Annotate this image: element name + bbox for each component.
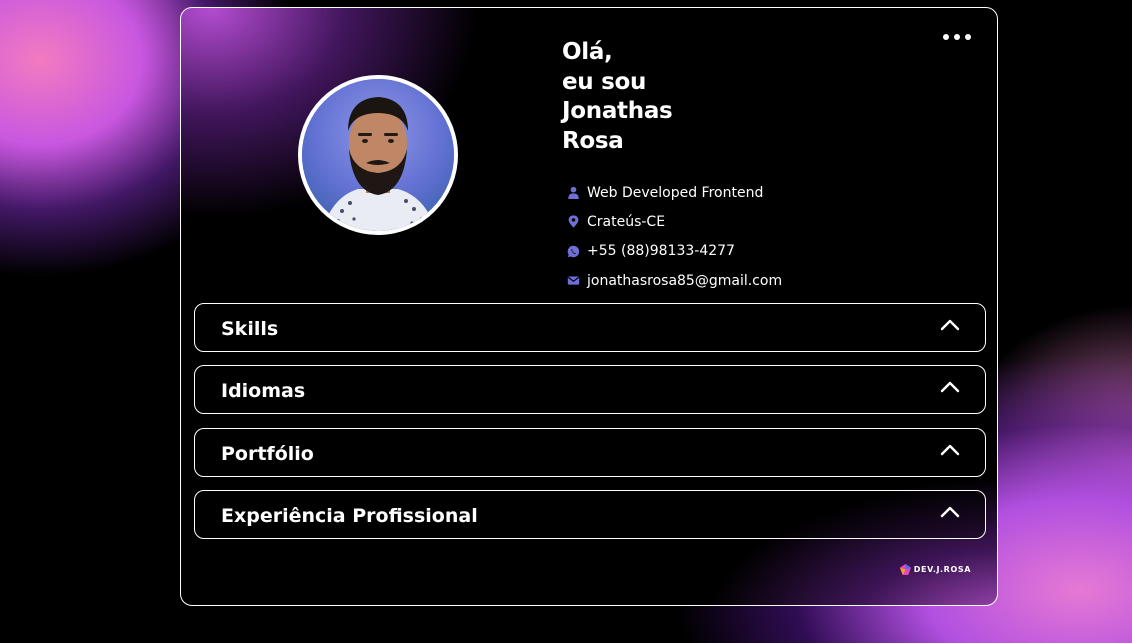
- greeting-line: eu sou: [562, 68, 647, 95]
- mail-icon: [565, 273, 581, 289]
- logo-text: DEV.J.ROSA: [913, 565, 971, 574]
- accordion-title: Skills: [221, 317, 279, 340]
- info-role: Web Developed Frontend: [565, 178, 782, 207]
- profile-card: Olá, eu sou Jonathas Rosa Web Developed …: [180, 7, 998, 606]
- accordion-idiomas[interactable]: Idiomas: [194, 365, 986, 414]
- chevron-up-icon: [940, 317, 960, 331]
- accordion-portfolio[interactable]: Portfólio: [194, 428, 986, 477]
- greeting-line: Rosa: [562, 127, 624, 154]
- chevron-up-icon: [940, 504, 960, 518]
- accordion-experiencia-profissional[interactable]: Experiência Profissional: [194, 490, 986, 539]
- logo-mark-icon: [899, 564, 911, 575]
- greeting-line: Jonathas: [562, 98, 673, 124]
- more-options-icon[interactable]: [943, 32, 971, 42]
- chevron-up-icon: [940, 442, 960, 456]
- dot: [954, 34, 960, 40]
- role-text: Web Developed Frontend: [587, 184, 764, 201]
- avatar: [298, 75, 458, 235]
- whatsapp-icon: [565, 243, 581, 259]
- accordion-title: Idiomas: [221, 379, 306, 402]
- chevron-up-icon: [940, 379, 960, 393]
- profile-photo: [302, 79, 454, 231]
- info-location: Crateús-CE: [565, 207, 782, 236]
- location-text: Crateús-CE: [587, 213, 666, 230]
- email-text: jonathasrosa85@gmail.com: [587, 272, 783, 289]
- accordion-title: Portfólio: [221, 442, 314, 465]
- user-icon: [565, 185, 581, 201]
- contact-info-list: Web Developed Frontend Crateús-CE +55 (8…: [565, 178, 782, 295]
- brand-logo: DEV.J.ROSA: [899, 564, 971, 575]
- greeting-heading: Olá, eu sou Jonathas Rosa: [562, 38, 673, 156]
- info-email: jonathasrosa85@gmail.com: [565, 266, 782, 295]
- info-phone: +55 (88)98133-4277: [565, 237, 782, 266]
- location-pin-icon: [565, 214, 581, 230]
- accordion-skills[interactable]: Skills: [194, 303, 986, 352]
- phone-text: +55 (88)98133-4277: [587, 243, 735, 260]
- greeting-line: Olá,: [562, 39, 613, 65]
- accordion-title: Experiência Profissional: [221, 504, 478, 527]
- dot: [943, 34, 949, 40]
- dot: [965, 34, 971, 40]
